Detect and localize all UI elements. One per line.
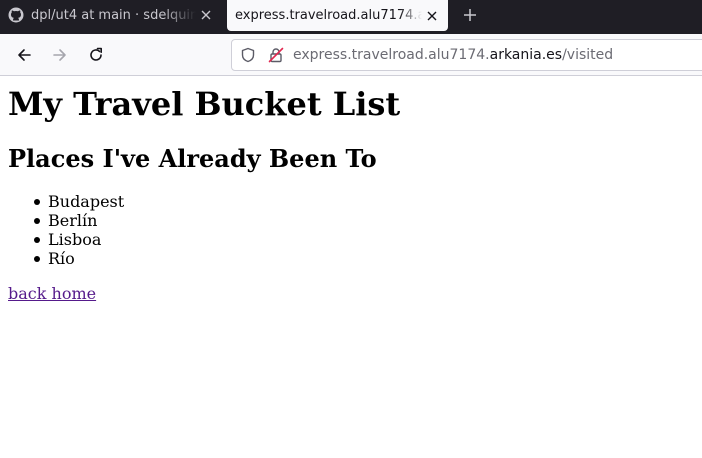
bullet-icon	[34, 256, 40, 262]
url-text: express.travelroad.alu7174.arkania.es/vi…	[293, 47, 613, 63]
insecure-lock-icon[interactable]	[268, 47, 284, 63]
url-prefix: express.travelroad.alu7174.	[293, 47, 490, 63]
new-tab-button[interactable]	[459, 4, 481, 26]
url-domain: arkania.es	[489, 47, 563, 63]
shield-icon[interactable]	[240, 47, 256, 63]
back-button[interactable]	[12, 43, 36, 67]
forward-button[interactable]	[48, 43, 72, 67]
tab-github[interactable]: dpl/ut4 at main · sdelquin/dpl	[0, 0, 222, 30]
reload-button[interactable]	[84, 43, 108, 67]
page-title: My Travel Bucket List	[8, 85, 401, 123]
bullet-icon	[34, 218, 40, 224]
address-bar[interactable]: express.travelroad.alu7174.arkania.es/vi…	[231, 39, 702, 71]
list-item: Berlín	[8, 211, 124, 230]
list-item: Río	[8, 249, 124, 268]
navigation-toolbar: express.travelroad.alu7174.arkania.es/vi…	[0, 34, 702, 76]
arrow-left-icon	[18, 49, 31, 61]
close-tab-icon[interactable]	[196, 5, 216, 25]
place-name: Berlín	[48, 211, 98, 230]
place-name: Río	[48, 249, 75, 268]
close-tab-icon[interactable]	[422, 6, 442, 26]
back-home-link[interactable]: back home	[8, 284, 96, 303]
bullet-icon	[34, 237, 40, 243]
section-heading: Places I've Already Been To	[8, 144, 377, 173]
tab-title: express.travelroad.alu7174.arkania.es	[235, 8, 422, 23]
tab-title: dpl/ut4 at main · sdelquin/dpl	[31, 7, 196, 23]
tab-strip: dpl/ut4 at main · sdelquin/dpl express.t…	[0, 0, 702, 34]
url-path: /visited	[562, 47, 614, 63]
reload-icon	[90, 47, 102, 61]
list-item: Lisboa	[8, 230, 124, 249]
bullet-icon	[34, 199, 40, 205]
page-content: My Travel Bucket List Places I've Alread…	[0, 76, 702, 458]
visited-places-list: Budapest Berlín Lisboa Río	[8, 192, 124, 268]
arrow-right-icon	[53, 49, 66, 61]
place-name: Budapest	[48, 192, 125, 211]
github-icon	[8, 7, 24, 23]
place-name: Lisboa	[48, 230, 102, 249]
list-item: Budapest	[8, 192, 124, 211]
plus-icon	[464, 9, 476, 21]
tab-travelroad[interactable]: express.travelroad.alu7174.arkania.es	[227, 0, 448, 31]
